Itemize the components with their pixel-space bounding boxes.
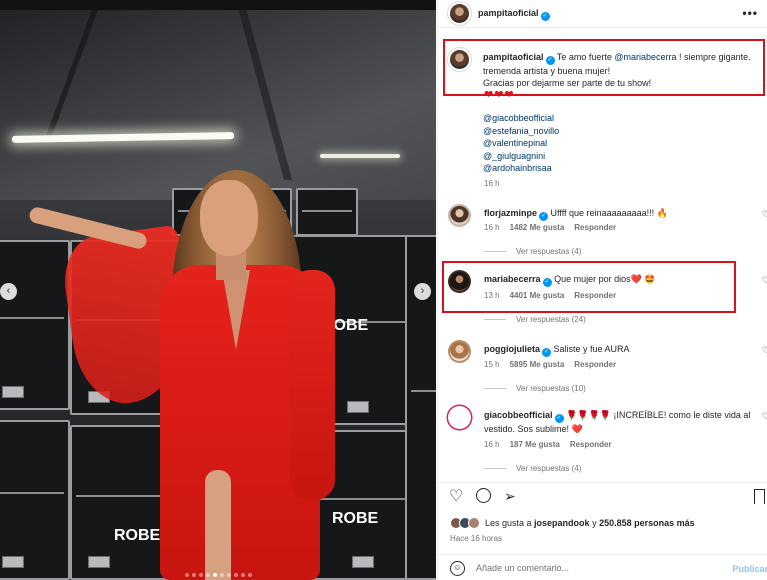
comment-item: giacobbeofficial ✓ 🌹🌹🌹🌹 ¡INCREÍBLE! como … <box>448 406 767 476</box>
carousel-dot-active <box>212 573 217 577</box>
view-replies-button[interactable]: Ver respuestas (4) <box>484 247 581 256</box>
author-username[interactable]: pampitaoficial ✓ <box>478 8 550 21</box>
comment-likes[interactable]: 1482 Me gusta <box>510 223 565 232</box>
comment-composer: ☺ Publicar <box>438 554 767 580</box>
dress-slit <box>205 470 231 580</box>
post-actions-bar: ♡ ➢ <box>438 482 767 512</box>
comment-heart-icon[interactable]: ♡ <box>762 209 767 220</box>
likes-count[interactable]: 250.858 personas más <box>599 518 695 528</box>
comment-body: giacobbeofficial ✓ 🌹🌹🌹🌹 ¡INCREÍBLE! como … <box>484 409 754 435</box>
road-case <box>0 240 70 410</box>
post-header: pampitaoficial ✓ ••• <box>438 0 767 28</box>
commenter-avatar[interactable] <box>448 204 471 227</box>
carousel-dot <box>226 573 231 577</box>
commenter-avatar[interactable] <box>448 406 471 429</box>
road-case <box>0 420 70 580</box>
verified-badge-icon: ✓ <box>540 12 550 21</box>
case-brand-label: ROBE <box>114 527 161 544</box>
comment-text: Uffff que reinaaaaaaaaa!!! 🔥 <box>550 208 668 218</box>
comment-body: florjazminpe ✓ Uffff que reinaaaaaaaaa!!!… <box>484 207 754 221</box>
comment-heart-icon[interactable]: ♡ <box>762 411 767 422</box>
publish-button[interactable]: Publicar <box>732 564 767 574</box>
reply-button[interactable]: Responder <box>574 360 616 369</box>
commenter-avatar[interactable] <box>448 340 471 363</box>
dress-neckline <box>222 270 250 350</box>
commenter-username[interactable]: florjazminpe <box>484 208 537 218</box>
view-replies-button[interactable]: Ver respuestas (24) <box>484 315 586 324</box>
comment-time: 16 h <box>484 223 500 232</box>
post-timestamp: Hace 16 horas <box>450 534 503 543</box>
ceiling <box>0 0 436 200</box>
tagged-user-link[interactable]: @giacobbeofficial <box>483 112 559 125</box>
emoji-icon[interactable]: ☺ <box>450 561 465 576</box>
comment-icon[interactable] <box>476 488 491 503</box>
likes-text[interactable]: Les gusta a josepandook y 250.858 person… <box>485 518 695 528</box>
comment-item: poggiojulieta ✓ Saliste y fue AURA 15 h 58… <box>448 340 767 396</box>
carousel-dot <box>233 573 238 577</box>
comment-item: florjazminpe ✓ Uffff que reinaaaaaaaaa!!!… <box>448 204 767 260</box>
carousel-dot <box>191 573 196 577</box>
comment-body: poggiojulieta ✓ Saliste y fue AURA <box>484 343 754 357</box>
ceiling-beam <box>0 0 436 10</box>
carousel-dot <box>198 573 203 577</box>
comment-meta: 16 h 187 Me gusta Responder <box>484 440 622 449</box>
comment-heart-icon[interactable]: ♡ <box>762 275 767 286</box>
tagged-user-link[interactable]: @ardohainbrisaa <box>483 162 559 175</box>
heart-icon[interactable]: ♡ <box>449 489 463 505</box>
road-case <box>296 188 358 236</box>
view-replies-button[interactable]: Ver respuestas (10) <box>484 384 586 393</box>
tagged-users: @giacobbeofficial @estefania_novillo @va… <box>483 112 559 175</box>
dress-sleeve <box>290 270 335 500</box>
comment-likes[interactable]: 5895 Me gusta <box>510 360 565 369</box>
liker-username[interactable]: josepandook <box>534 518 590 528</box>
verified-badge-icon: ✓ <box>539 212 549 221</box>
carousel-dot <box>184 573 189 577</box>
ceiling-light <box>320 154 400 158</box>
comment-meta: 16 h 1482 Me gusta Responder <box>484 223 626 232</box>
comment-input[interactable] <box>476 559 726 577</box>
carousel-dots <box>0 573 436 577</box>
post-photo[interactable]: ROBE ROBE ROBE ‹ › <box>0 0 436 580</box>
comment-heart-icon[interactable]: ♡ <box>762 345 767 356</box>
chevron-right-icon[interactable]: › <box>414 283 431 300</box>
comment-time: 16 h <box>484 440 500 449</box>
liker-avatar <box>468 517 480 529</box>
carousel-dot <box>240 573 245 577</box>
highlight-box-caption <box>443 39 765 96</box>
instagram-post-view: ROBE ROBE ROBE ‹ › pampitaoficial ✓ ••• … <box>0 0 767 580</box>
comment-meta: 15 h 5895 Me gusta Responder <box>484 360 626 369</box>
commenter-username[interactable]: giacobbeofficial <box>484 410 553 420</box>
verified-badge-icon: ✓ <box>554 414 564 423</box>
carousel-dot <box>205 573 210 577</box>
post-side-panel: pampitaoficial ✓ ••• pampitaoficial ✓ Te a… <box>437 0 767 580</box>
comment-time: 15 h <box>484 360 500 369</box>
tagged-user-link[interactable]: @estefania_novillo <box>483 125 559 138</box>
highlight-box-comment <box>442 261 736 313</box>
verified-badge-icon: ✓ <box>542 348 551 357</box>
chevron-left-icon[interactable]: ‹ <box>0 283 17 300</box>
comment-likes[interactable]: 187 Me gusta <box>510 440 560 449</box>
commenter-username[interactable]: poggiojulieta <box>484 344 540 354</box>
caption-time: 16 h <box>484 179 500 188</box>
view-replies-button[interactable]: Ver respuestas (4) <box>484 464 581 473</box>
more-options-icon[interactable]: ••• <box>742 6 758 20</box>
reply-button[interactable]: Responder <box>570 440 612 449</box>
tagged-user-link[interactable]: @valentinepinal <box>483 137 559 150</box>
bookmark-icon[interactable] <box>754 489 765 504</box>
share-icon[interactable]: ➢ <box>504 489 516 503</box>
case-brand-label: ROBE <box>332 510 379 527</box>
carousel-dot <box>219 573 224 577</box>
author-avatar[interactable] <box>448 2 471 25</box>
tagged-user-link[interactable]: @_giulguagnini <box>483 150 559 163</box>
reply-button[interactable]: Responder <box>574 223 616 232</box>
face <box>200 180 258 256</box>
comment-text: Saliste y fue AURA <box>553 344 630 354</box>
likes-summary: Les gusta a josepandook y 250.858 person… <box>450 516 695 530</box>
carousel-dot <box>247 573 252 577</box>
